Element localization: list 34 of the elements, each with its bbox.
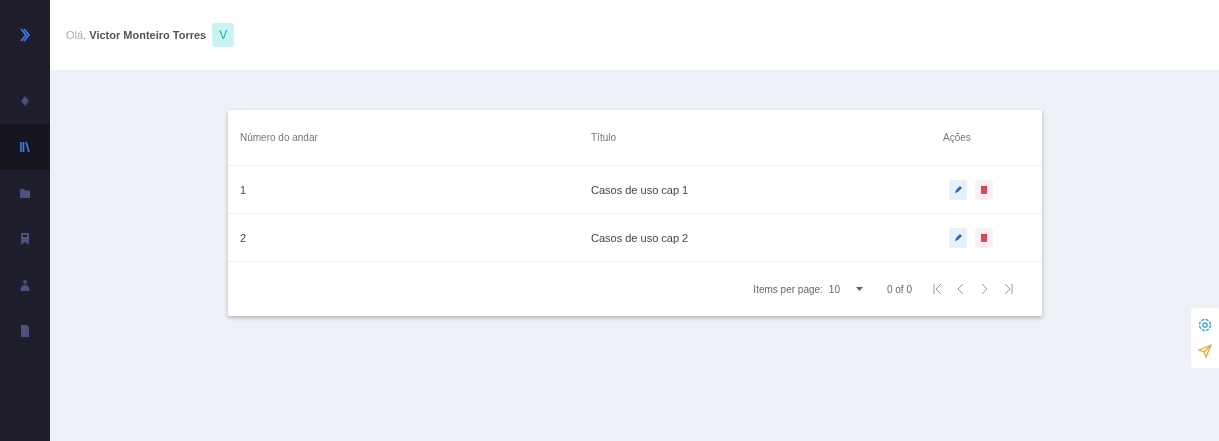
sidebar-item[interactable] (0, 124, 50, 170)
table-cell: 2 (240, 231, 247, 244)
send-icon[interactable] (1198, 344, 1212, 358)
person-icon (18, 278, 32, 292)
books-icon (18, 140, 32, 154)
double-chevron-icon[interactable] (19, 28, 31, 42)
dropdown-arrow-icon (855, 287, 863, 291)
delete-button[interactable] (975, 179, 993, 200)
column-header: Título (591, 132, 616, 143)
pencil-icon (954, 185, 962, 194)
table-cell: Casos de uso cap 2 (591, 231, 689, 244)
diamond-icon (18, 94, 32, 108)
settings-icon[interactable] (1198, 318, 1212, 332)
pencil-icon (954, 233, 962, 242)
delete-button[interactable] (975, 227, 993, 248)
table-cell: Casos de uso cap 1 (591, 183, 689, 196)
bookmark-icon (18, 232, 32, 246)
trash-icon (981, 185, 987, 194)
column-header: Número do andar (240, 132, 318, 143)
table-cell: 1 (240, 183, 247, 196)
column-header: Ações (943, 132, 971, 143)
last-page-icon[interactable] (1004, 283, 1014, 295)
items-per-page-label: Items per page: (753, 283, 823, 295)
page-size-select[interactable]: 10 (828, 283, 869, 295)
folder-icon (18, 186, 32, 200)
document-icon (18, 324, 32, 338)
trash-icon (981, 233, 987, 242)
next-page-icon[interactable] (980, 283, 990, 295)
page-range-text: 0 of 0 (886, 283, 912, 295)
edit-button[interactable] (949, 179, 967, 200)
first-page-icon[interactable] (932, 283, 942, 295)
greeting-text: Olá, Victor Monteiro Torres (66, 29, 207, 41)
previous-page-icon[interactable] (956, 283, 966, 295)
edit-button[interactable] (949, 227, 967, 248)
